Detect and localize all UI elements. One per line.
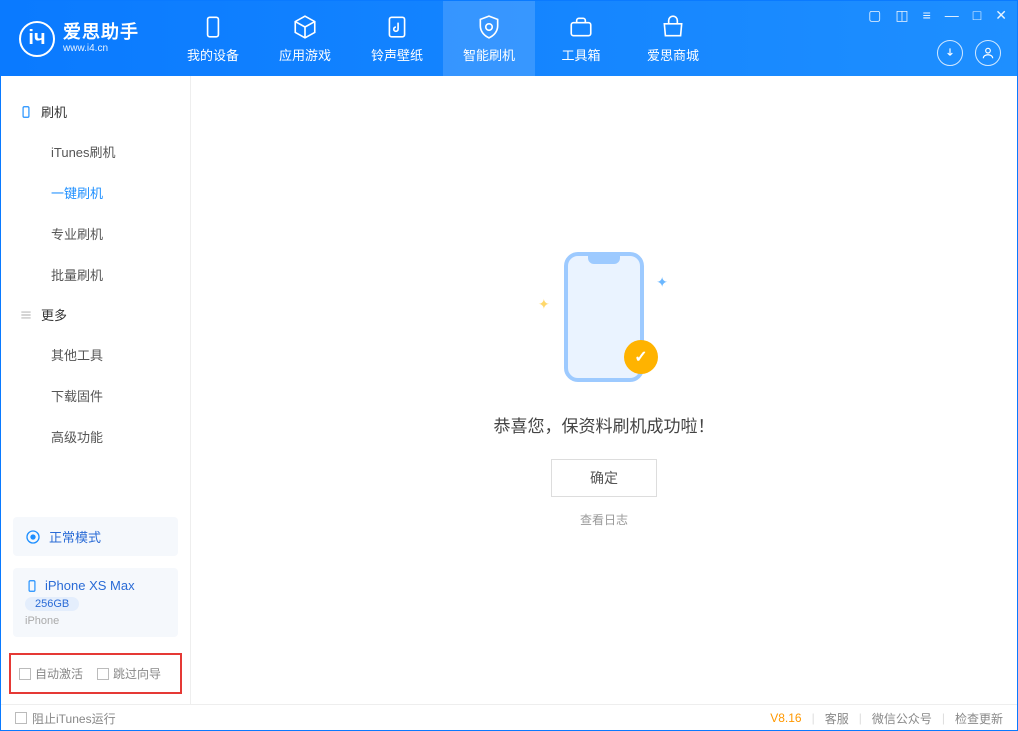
lock-icon[interactable]: ◫ <box>895 7 908 24</box>
cube-icon <box>292 14 318 40</box>
main-content: ✓ ✦ ✦ 恭喜您，保资料刷机成功啦！ 确定 查看日志 <box>191 76 1017 704</box>
nav-store[interactable]: 爱思商城 <box>627 1 719 76</box>
sidebar-item-advanced[interactable]: 高级功能 <box>1 416 190 457</box>
list-icon <box>19 308 33 322</box>
separator: | <box>859 711 862 725</box>
toolbox-icon <box>568 14 594 40</box>
logo-icon: iч <box>19 21 55 57</box>
sidebar-item-pro-flash[interactable]: 专业刷机 <box>1 213 190 254</box>
device-type: iPhone <box>25 615 166 627</box>
nav-label: 我的设备 <box>187 45 239 64</box>
download-button[interactable] <box>937 40 963 66</box>
mode-card[interactable]: 正常模式 <box>13 517 178 556</box>
device-phone-icon <box>25 579 39 593</box>
sidebar-item-oneclick-flash[interactable]: 一键刷机 <box>1 172 190 213</box>
sidebar-group-more: 更多 <box>1 295 190 334</box>
phone-icon <box>19 105 33 119</box>
sidebar-item-itunes-flash[interactable]: iTunes刷机 <box>1 131 190 172</box>
sidebar: 刷机 iTunes刷机 一键刷机 专业刷机 批量刷机 更多 其他工具 下载固件 … <box>1 76 191 704</box>
user-button[interactable] <box>975 40 1001 66</box>
separator: | <box>812 711 815 725</box>
phone-notch-icon <box>588 256 620 264</box>
sidebar-item-other-tools[interactable]: 其他工具 <box>1 334 190 375</box>
nav-label: 智能刷机 <box>463 45 515 64</box>
menu-icon[interactable]: ≡ <box>923 7 931 24</box>
block-itunes-label[interactable]: 阻止iTunes运行 <box>32 710 116 727</box>
group-title: 刷机 <box>41 102 67 121</box>
nav-label: 应用游戏 <box>279 45 331 64</box>
view-log-link[interactable]: 查看日志 <box>580 511 628 528</box>
minimize-icon[interactable]: — <box>945 7 959 24</box>
app-subtitle: www.i4.cn <box>63 43 139 54</box>
window-controls: ▢ ◫ ≡ — □ ✕ <box>868 7 1007 24</box>
sparkle-icon: ✦ <box>538 296 550 313</box>
store-icon <box>660 14 686 40</box>
checkbox-label: 跳过向导 <box>113 665 161 682</box>
sidebar-item-batch-flash[interactable]: 批量刷机 <box>1 254 190 295</box>
footer-link-support[interactable]: 客服 <box>825 710 849 727</box>
nav-apps-games[interactable]: 应用游戏 <box>259 1 351 76</box>
check-badge-icon: ✓ <box>624 340 658 374</box>
checkbox-icon <box>19 668 31 680</box>
close-icon[interactable]: ✕ <box>995 7 1007 24</box>
checkbox-icon[interactable] <box>15 712 27 724</box>
app-title: 爱思助手 <box>63 23 139 43</box>
version-label: V8.16 <box>770 711 801 725</box>
app-logo: iч 爱思助手 www.i4.cn <box>1 21 157 57</box>
status-bar: 阻止iTunes运行 V8.16 | 客服 | 微信公众号 | 检查更新 <box>1 704 1017 731</box>
device-name: iPhone XS Max <box>45 578 135 593</box>
ok-button[interactable]: 确定 <box>551 459 657 497</box>
nav-label: 铃声壁纸 <box>371 45 423 64</box>
group-title: 更多 <box>41 305 67 324</box>
shield-refresh-icon <box>476 14 502 40</box>
header-actions <box>937 40 1001 66</box>
checkbox-auto-activate[interactable]: 自动激活 <box>19 665 83 682</box>
nav-smart-flash[interactable]: 智能刷机 <box>443 1 535 76</box>
mode-label: 正常模式 <box>49 527 101 546</box>
success-illustration: ✓ ✦ ✦ <box>544 252 664 392</box>
checkbox-icon <box>97 668 109 680</box>
nav-toolbox[interactable]: 工具箱 <box>535 1 627 76</box>
mode-icon <box>25 529 41 545</box>
sparkle-icon: ✦ <box>656 274 668 291</box>
music-file-icon <box>384 14 410 40</box>
download-icon <box>943 46 957 60</box>
app-header: iч 爱思助手 www.i4.cn 我的设备 应用游戏 铃声壁纸 智能刷机 工具… <box>1 1 1017 76</box>
device-icon <box>200 14 226 40</box>
shirt-icon[interactable]: ▢ <box>868 7 881 24</box>
nav-label: 工具箱 <box>561 45 600 64</box>
nav-label: 爱思商城 <box>647 45 699 64</box>
footer-link-wechat[interactable]: 微信公众号 <box>872 710 932 727</box>
maximize-icon[interactable]: □ <box>973 7 981 24</box>
flash-options-highlight: 自动激活 跳过向导 <box>9 653 182 694</box>
nav-my-device[interactable]: 我的设备 <box>167 1 259 76</box>
nav-ringtone-wallpaper[interactable]: 铃声壁纸 <box>351 1 443 76</box>
sidebar-item-download-firmware[interactable]: 下载固件 <box>1 375 190 416</box>
device-card[interactable]: iPhone XS Max 256GB iPhone <box>13 568 178 637</box>
sidebar-group-flash: 刷机 <box>1 92 190 131</box>
footer-link-update[interactable]: 检查更新 <box>955 710 1003 727</box>
main-nav: 我的设备 应用游戏 铃声壁纸 智能刷机 工具箱 爱思商城 <box>167 1 719 76</box>
device-capacity: 256GB <box>25 597 79 611</box>
separator: | <box>942 711 945 725</box>
user-icon <box>981 46 995 60</box>
checkbox-label: 自动激活 <box>35 665 83 682</box>
checkbox-skip-guide[interactable]: 跳过向导 <box>97 665 161 682</box>
success-message: 恭喜您，保资料刷机成功啦！ <box>494 412 715 437</box>
